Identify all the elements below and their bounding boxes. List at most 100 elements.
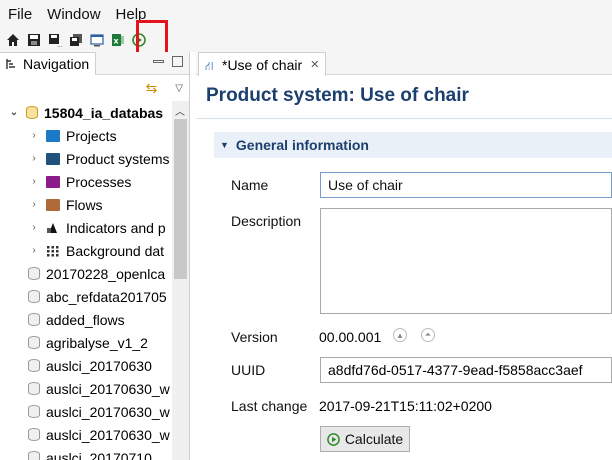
section-general-information[interactable]: ▼ General information	[214, 132, 612, 158]
tree-item-database[interactable]: agribalyse_v1_2	[0, 331, 172, 354]
tree-item-database[interactable]: auslci_20170630_w	[0, 423, 172, 446]
tree-item-label: auslci_20170630	[46, 357, 152, 374]
view-menu-chevron-down-icon[interactable]: ▽	[175, 83, 183, 94]
run-calculation-icon[interactable]	[131, 33, 146, 48]
menu-window[interactable]: Window	[47, 6, 100, 23]
tree-item-label: Flows	[66, 196, 103, 213]
tree-item-label: Projects	[66, 127, 117, 144]
navigation-panel: Navigation ⇆ ▽ ⌄ 15804_ia_databas › Proj…	[0, 51, 190, 460]
section-collapse-triangle-icon[interactable]: ▼	[220, 140, 229, 150]
page-title: Product system: Use of chair	[206, 85, 469, 106]
database-icon	[28, 290, 40, 303]
save-all-icon[interactable]	[68, 33, 83, 48]
tree-item-label: Background dat	[66, 242, 165, 259]
editor-area: ⛙ *Use of chair ✕ Product system: Use of…	[196, 52, 612, 460]
database-icon	[26, 106, 38, 119]
tree-item-database[interactable]: auslci_20170630_w	[0, 377, 172, 400]
version-up-icon[interactable]: ▲	[393, 328, 407, 342]
database-icon	[28, 313, 40, 326]
tree-item-flows[interactable]: › Flows	[0, 193, 172, 216]
folder-icon	[46, 152, 60, 165]
section-title: General information	[235, 137, 369, 153]
svg-text:x: x	[113, 37, 119, 46]
description-label: Description	[231, 213, 302, 229]
tree-item-projects[interactable]: › Projects	[0, 124, 172, 147]
maximize-icon[interactable]	[172, 56, 183, 67]
calculate-button[interactable]: Calculate	[320, 426, 410, 452]
database-icon	[28, 336, 40, 349]
tab-use-of-chair[interactable]: ⛙ *Use of chair ✕	[198, 52, 327, 76]
home-icon[interactable]	[5, 33, 20, 48]
tree-item-indicators[interactable]: › Indicators and p	[0, 216, 172, 239]
collapse-arrow-icon[interactable]: ⌄	[8, 107, 20, 118]
tree-item-processes[interactable]: › Processes	[0, 170, 172, 193]
tree-item-label: agribalyse_v1_2	[46, 334, 148, 351]
name-label: Name	[231, 177, 269, 193]
product-system-icon: ⛙	[205, 58, 214, 73]
svg-text:...: ...	[57, 42, 62, 47]
navigation-scrollbar[interactable]: ︿	[172, 101, 189, 460]
version-label: Version	[231, 329, 278, 345]
close-tab-icon[interactable]: ✕	[310, 58, 319, 71]
tab-navigation[interactable]: Navigation	[0, 51, 97, 75]
version-value: 00.00.001	[319, 329, 382, 345]
calculate-button-label: Calculate	[344, 431, 404, 447]
panel-window-controls	[153, 56, 183, 67]
version-major-up-icon[interactable]: ⏶	[421, 328, 435, 342]
editor-tab-label: *Use of chair	[222, 56, 303, 73]
title-divider	[196, 118, 612, 119]
uuid-field[interactable]: a8dfd76d-0517-4377-9ead-f5858acc3aef	[320, 357, 612, 383]
scroll-up-chevron-icon[interactable]: ︿	[175, 103, 185, 118]
expand-arrow-icon[interactable]: ›	[28, 176, 40, 187]
tree-item-label: 15804_ia_databas	[44, 104, 164, 121]
menu-file[interactable]: File	[8, 6, 32, 23]
tree-item-label: added_flows	[46, 311, 125, 328]
tree-item-label: auslci_20170710	[46, 449, 152, 460]
background-data-grid-icon	[47, 245, 59, 256]
expand-arrow-icon[interactable]: ›	[28, 199, 40, 210]
navigation-tab-icon	[6, 58, 15, 69]
expand-arrow-icon[interactable]: ›	[28, 153, 40, 164]
save-as-icon[interactable]: ...	[47, 33, 62, 48]
database-icon	[28, 267, 40, 280]
tree-item-label: Processes	[66, 173, 132, 190]
save-icon[interactable]	[26, 33, 41, 48]
scrollbar-thumb[interactable]	[174, 119, 187, 279]
tab-navigation-label: Navigation	[23, 55, 90, 72]
navigation-tabbar: Navigation	[0, 51, 189, 75]
tree-item-label: auslci_20170630_w	[46, 380, 170, 397]
menu-help[interactable]: Help	[116, 6, 147, 23]
tree-item-label: auslci_20170630_w	[46, 403, 170, 420]
excel-export-icon[interactable]: x	[110, 33, 125, 48]
indicators-icon	[47, 222, 57, 233]
database-icon	[28, 451, 40, 460]
database-icon	[28, 382, 40, 395]
tree-item-database-active[interactable]: ⌄ 15804_ia_databas	[0, 101, 172, 124]
tree-item-label: abc_refdata201705	[46, 288, 167, 305]
tree-item-database[interactable]: 20170228_openlca	[0, 262, 172, 285]
tree-item-label: Product systems	[66, 150, 170, 167]
expand-arrow-icon[interactable]: ›	[28, 245, 40, 256]
run-calculation-icon	[326, 432, 340, 446]
tree-item-database[interactable]: auslci_20170630	[0, 354, 172, 377]
database-icon	[28, 428, 40, 441]
tree-item-background-data[interactable]: › Background dat	[0, 239, 172, 262]
tree-item-product-systems[interactable]: › Product systems	[0, 147, 172, 170]
description-field[interactable]	[320, 208, 612, 314]
link-with-editor-icon[interactable]: ⇆	[146, 80, 158, 97]
database-icon	[28, 405, 40, 418]
name-field[interactable]	[320, 172, 612, 198]
main-toolbar: ... x	[0, 28, 612, 52]
expand-arrow-icon[interactable]: ›	[28, 130, 40, 141]
tree-item-database[interactable]: added_flows	[0, 308, 172, 331]
folder-icon	[46, 198, 60, 211]
tree-item-database[interactable]: abc_refdata201705	[0, 285, 172, 308]
tree-item-database[interactable]: auslci_20170630_w	[0, 400, 172, 423]
tree-item-database[interactable]: auslci_20170710	[0, 446, 172, 460]
folder-icon	[46, 175, 60, 188]
database-icon	[28, 359, 40, 372]
console-icon[interactable]	[89, 33, 104, 48]
minimize-icon[interactable]	[153, 60, 164, 63]
expand-arrow-icon[interactable]: ›	[28, 222, 40, 233]
uuid-label: UUID	[231, 362, 266, 378]
